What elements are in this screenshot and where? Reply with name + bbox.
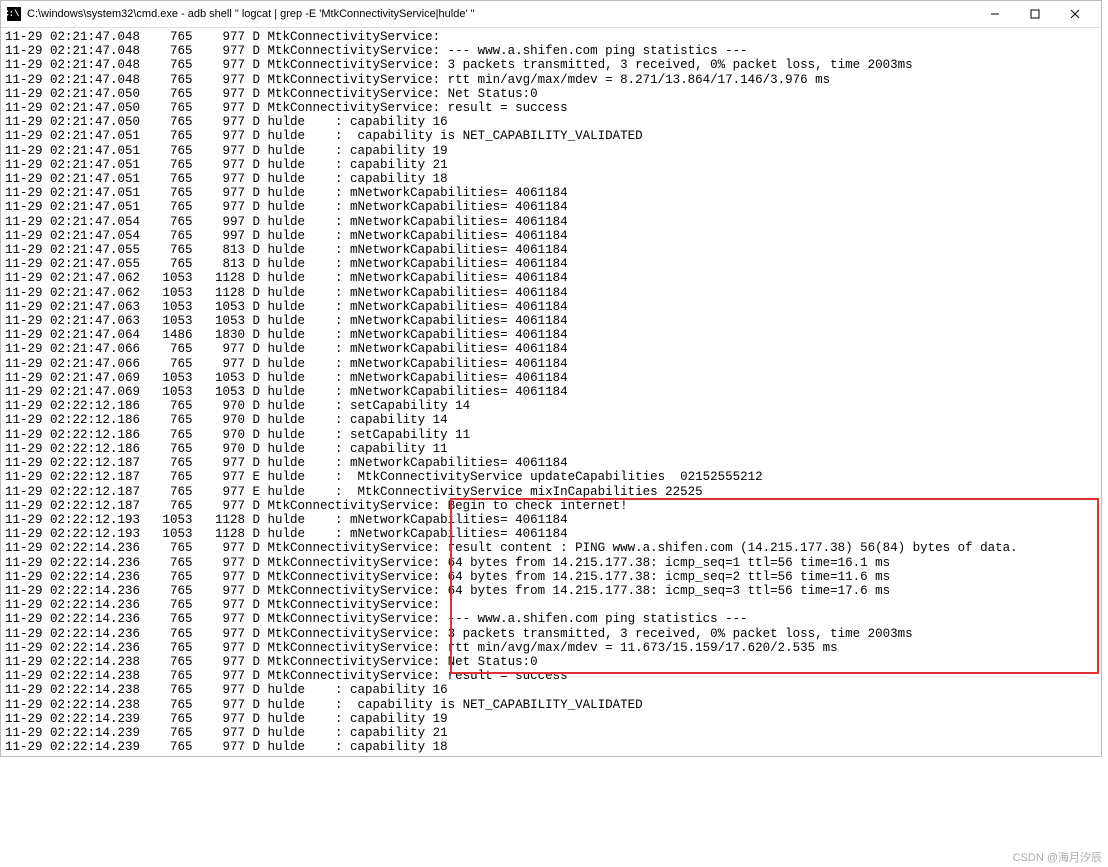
log-line: 11-29 02:21:47.063 1053 1053 D hulde : m… (5, 314, 1097, 328)
log-line: 11-29 02:22:14.236 765 977 D MtkConnecti… (5, 541, 1097, 555)
minimize-button[interactable] (975, 1, 1015, 27)
log-line: 11-29 02:22:12.186 765 970 D hulde : set… (5, 428, 1097, 442)
log-line: 11-29 02:21:47.051 765 977 D hulde : cap… (5, 158, 1097, 172)
log-line: 11-29 02:22:12.186 765 970 D hulde : cap… (5, 413, 1097, 427)
log-line: 11-29 02:21:47.069 1053 1053 D hulde : m… (5, 371, 1097, 385)
log-line: 11-29 02:21:47.055 765 813 D hulde : mNe… (5, 243, 1097, 257)
log-line: 11-29 02:22:14.236 765 977 D MtkConnecti… (5, 598, 1097, 612)
log-line: 11-29 02:21:47.050 765 977 D MtkConnecti… (5, 101, 1097, 115)
log-line: 11-29 02:21:47.051 765 977 D hulde : cap… (5, 172, 1097, 186)
log-line: 11-29 02:22:14.236 765 977 D MtkConnecti… (5, 641, 1097, 655)
cmd-icon: C:\. (7, 7, 21, 21)
close-icon (1070, 9, 1080, 19)
log-line: 11-29 02:22:12.193 1053 1128 D hulde : m… (5, 527, 1097, 541)
log-line: 11-29 02:21:47.054 765 997 D hulde : mNe… (5, 215, 1097, 229)
window-title: C:\windows\system32\cmd.exe - adb shell … (27, 8, 975, 20)
log-line: 11-29 02:22:14.238 765 977 D MtkConnecti… (5, 655, 1097, 669)
log-line: 11-29 02:22:12.187 765 977 D MtkConnecti… (5, 499, 1097, 513)
log-line: 11-29 02:21:47.062 1053 1128 D hulde : m… (5, 286, 1097, 300)
log-line: 11-29 02:22:12.187 765 977 E hulde : Mtk… (5, 470, 1097, 484)
log-line: 11-29 02:21:47.051 765 977 D hulde : mNe… (5, 200, 1097, 214)
log-line: 11-29 02:21:47.069 1053 1053 D hulde : m… (5, 385, 1097, 399)
console-output[interactable]: 11-29 02:21:47.048 765 977 D MtkConnecti… (1, 28, 1099, 756)
log-line: 11-29 02:21:47.066 765 977 D hulde : mNe… (5, 357, 1097, 371)
log-line: 11-29 02:21:47.062 1053 1128 D hulde : m… (5, 271, 1097, 285)
log-line: 11-29 02:22:12.187 765 977 D hulde : mNe… (5, 456, 1097, 470)
close-button[interactable] (1055, 1, 1095, 27)
log-line: 11-29 02:21:47.048 765 977 D MtkConnecti… (5, 73, 1097, 87)
log-line: 11-29 02:22:12.193 1053 1128 D hulde : m… (5, 513, 1097, 527)
log-line: 11-29 02:22:12.186 765 970 D hulde : set… (5, 399, 1097, 413)
maximize-button[interactable] (1015, 1, 1055, 27)
log-line: 11-29 02:22:14.239 765 977 D hulde : cap… (5, 712, 1097, 726)
maximize-icon (1030, 9, 1040, 19)
minimize-icon (990, 9, 1000, 19)
log-line: 11-29 02:22:14.236 765 977 D MtkConnecti… (5, 570, 1097, 584)
log-line: 11-29 02:21:47.051 765 977 D hulde : mNe… (5, 186, 1097, 200)
log-line: 11-29 02:22:14.239 765 977 D hulde : cap… (5, 740, 1097, 754)
log-line: 11-29 02:21:47.048 765 977 D MtkConnecti… (5, 30, 1097, 44)
log-line: 11-29 02:22:14.239 765 977 D hulde : cap… (5, 726, 1097, 740)
log-line: 11-29 02:21:47.064 1486 1830 D hulde : m… (5, 328, 1097, 342)
log-line: 11-29 02:22:14.236 765 977 D MtkConnecti… (5, 627, 1097, 641)
log-line: 11-29 02:22:14.236 765 977 D MtkConnecti… (5, 612, 1097, 626)
log-line: 11-29 02:22:14.238 765 977 D MtkConnecti… (5, 669, 1097, 683)
cmd-window: C:\. C:\windows\system32\cmd.exe - adb s… (0, 0, 1102, 757)
watermark: CSDN @海月汐辰 (1013, 849, 1102, 865)
log-line: 11-29 02:21:47.050 765 977 D hulde : cap… (5, 115, 1097, 129)
log-line: 11-29 02:22:14.238 765 977 D hulde : cap… (5, 698, 1097, 712)
log-line: 11-29 02:21:47.050 765 977 D MtkConnecti… (5, 87, 1097, 101)
log-line: 11-29 02:22:12.186 765 970 D hulde : cap… (5, 442, 1097, 456)
log-line: 11-29 02:21:47.063 1053 1053 D hulde : m… (5, 300, 1097, 314)
log-line: 11-29 02:22:14.236 765 977 D MtkConnecti… (5, 584, 1097, 598)
log-line: 11-29 02:22:14.238 765 977 D hulde : cap… (5, 683, 1097, 697)
log-line: 11-29 02:21:47.054 765 997 D hulde : mNe… (5, 229, 1097, 243)
log-line: 11-29 02:21:47.048 765 977 D MtkConnecti… (5, 44, 1097, 58)
window-buttons (975, 1, 1095, 27)
log-line: 11-29 02:21:47.048 765 977 D MtkConnecti… (5, 58, 1097, 72)
log-line: 11-29 02:21:47.055 765 813 D hulde : mNe… (5, 257, 1097, 271)
log-line: 11-29 02:21:47.066 765 977 D hulde : mNe… (5, 342, 1097, 356)
log-line: 11-29 02:22:14.236 765 977 D MtkConnecti… (5, 556, 1097, 570)
log-line: 11-29 02:21:47.051 765 977 D hulde : cap… (5, 129, 1097, 143)
log-line: 11-29 02:21:47.051 765 977 D hulde : cap… (5, 144, 1097, 158)
log-line: 11-29 02:22:12.187 765 977 E hulde : Mtk… (5, 485, 1097, 499)
titlebar[interactable]: C:\. C:\windows\system32\cmd.exe - adb s… (1, 1, 1101, 28)
